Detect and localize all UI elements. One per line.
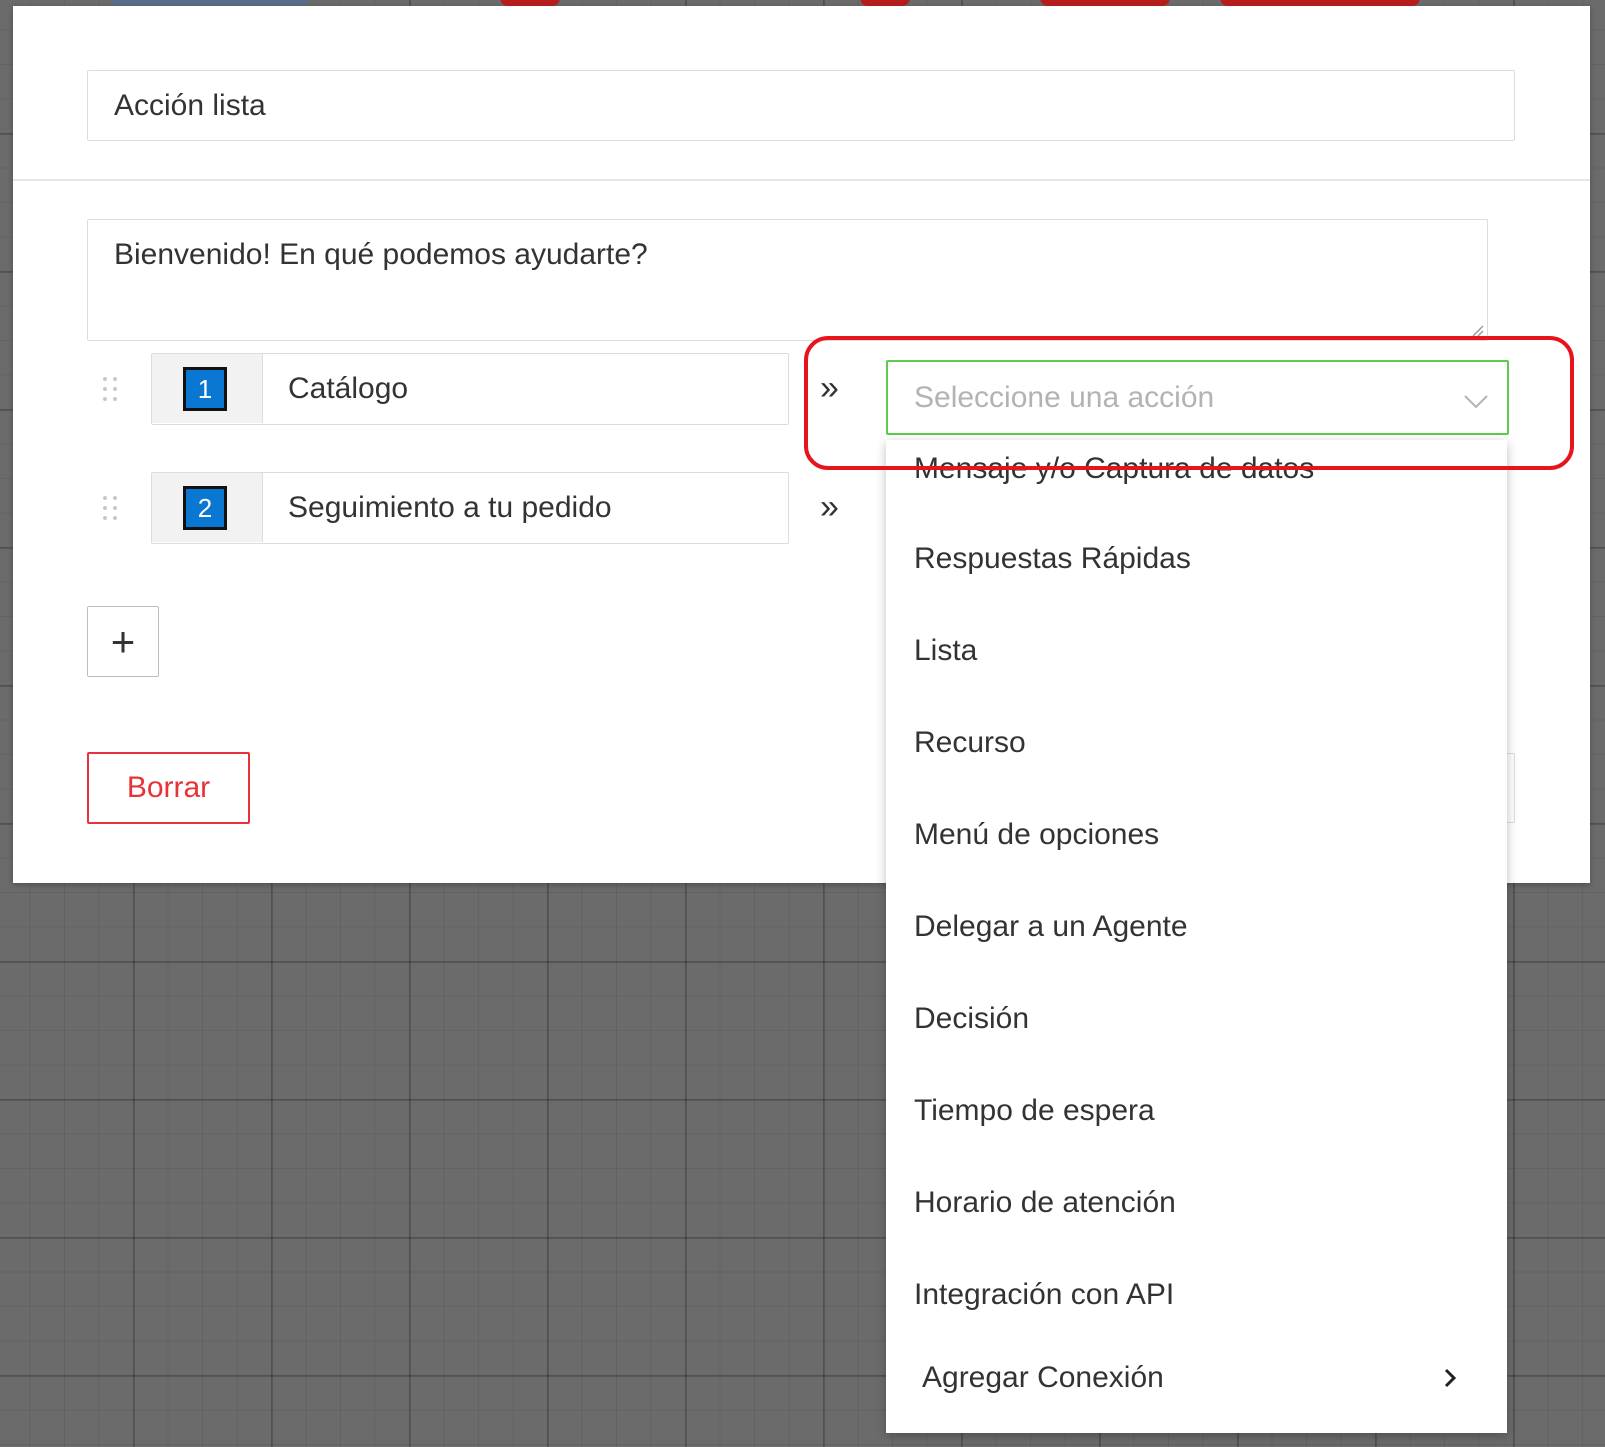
menu-item-delegate-agent[interactable]: Delegar a un Agente [914, 910, 1188, 944]
option-number-badge: 1 [183, 367, 227, 411]
menu-item-wait-time[interactable]: Tiempo de espera [914, 1094, 1155, 1128]
option-number-addon: 1 [152, 354, 263, 423]
menu-item-options-menu[interactable]: Menú de opciones [914, 818, 1159, 852]
action-title-value: Acción lista [114, 88, 266, 122]
message-textarea[interactable]: Bienvenido! En qué podemos ayudarte? [87, 219, 1488, 341]
menu-item-quick-replies[interactable]: Respuestas Rápidas [914, 542, 1191, 576]
double-chevron-right-icon: » [820, 488, 839, 526]
action-title-input[interactable]: Acción lista [87, 70, 1515, 141]
option-input-group: 2 Seguimiento a tu pedido [151, 472, 789, 544]
highlight-annotation [804, 336, 1574, 470]
chevron-right-icon[interactable] [1442, 1366, 1460, 1390]
resize-grip-icon[interactable] [1470, 323, 1484, 337]
menu-item-api-integration[interactable]: Integración con API [914, 1278, 1174, 1312]
action-dropdown-menu: Mensaje y/o Captura de datos Respuestas … [886, 440, 1507, 1433]
message-text: Bienvenido! En qué podemos ayudarte? [114, 238, 648, 271]
option-label-input[interactable]: Catálogo [288, 354, 408, 423]
option-number-badge: 2 [183, 486, 227, 530]
drag-handle-icon[interactable] [101, 494, 121, 522]
drag-handle-icon[interactable] [101, 375, 121, 403]
menu-item-business-hours[interactable]: Horario de atención [914, 1186, 1176, 1220]
option-input-group: 1 Catálogo [151, 353, 789, 425]
option-number-addon: 2 [152, 473, 263, 542]
menu-item-decision[interactable]: Decisión [914, 1002, 1029, 1036]
menu-item-list[interactable]: Lista [914, 634, 977, 668]
menu-item-resource[interactable]: Recurso [914, 726, 1026, 760]
add-option-button[interactable]: + [87, 606, 159, 677]
option-label-input[interactable]: Seguimiento a tu pedido [288, 473, 612, 542]
delete-button[interactable]: Borrar [87, 752, 250, 824]
dialog-divider [13, 179, 1590, 181]
menu-item-add-connection[interactable]: Agregar Conexión [922, 1361, 1164, 1395]
